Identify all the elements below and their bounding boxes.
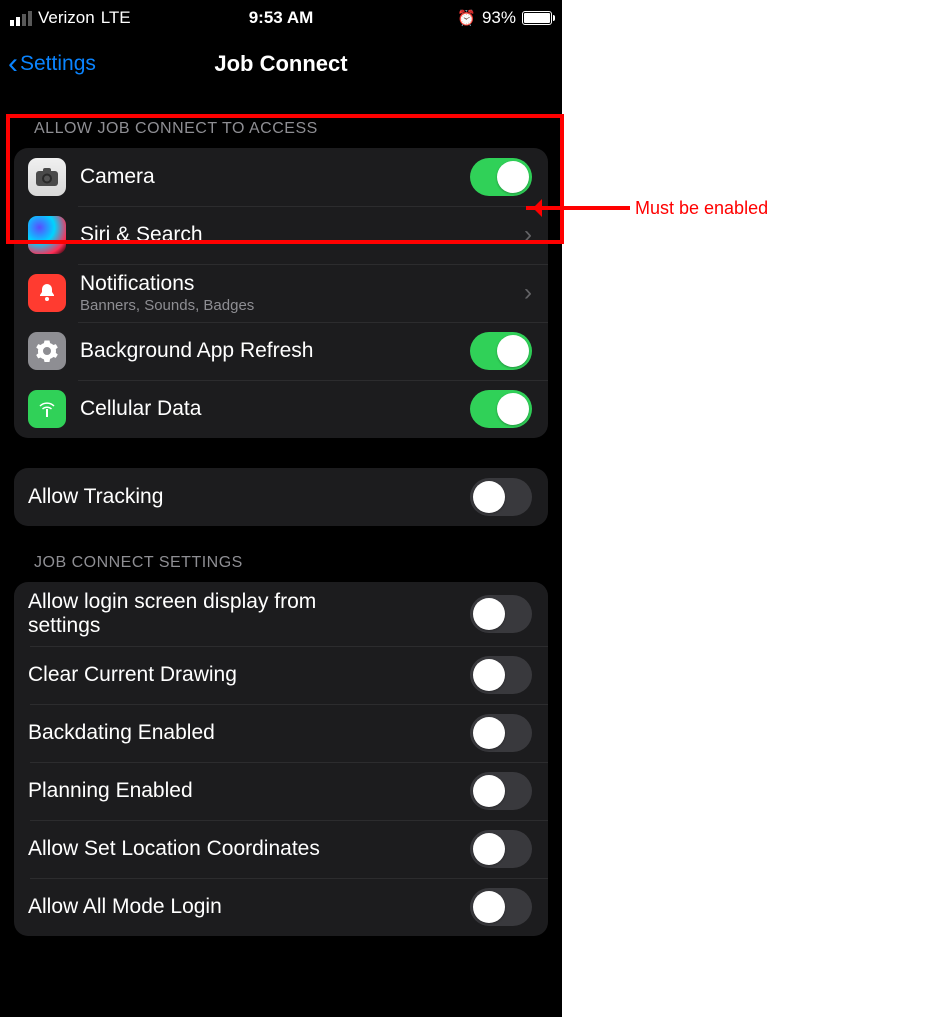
status-left: Verizon LTE bbox=[10, 8, 131, 28]
tracking-group: Allow Tracking bbox=[14, 468, 548, 526]
app-toggle[interactable] bbox=[470, 714, 532, 752]
row-notifications[interactable]: Notifications Banners, Sounds, Badges › bbox=[14, 264, 548, 322]
chevron-right-icon: › bbox=[524, 279, 532, 307]
row-label: Camera bbox=[80, 165, 470, 189]
app-toggle[interactable] bbox=[470, 595, 532, 633]
chevron-left-icon: ‹ bbox=[8, 49, 18, 79]
row-label: Background App Refresh bbox=[80, 339, 470, 363]
alarm-icon: ⏰ bbox=[457, 9, 476, 27]
nav-bar: ‹ Settings Job Connect bbox=[0, 36, 562, 92]
cellular-toggle[interactable] bbox=[470, 390, 532, 428]
app-toggle[interactable] bbox=[470, 830, 532, 868]
app-settings-group: Allow login screen display from settings… bbox=[14, 582, 548, 936]
access-group: Camera Siri & Search › Notifications Ban… bbox=[14, 148, 548, 438]
cellular-icon bbox=[28, 390, 66, 428]
back-button[interactable]: ‹ Settings bbox=[8, 49, 96, 79]
network-label: LTE bbox=[101, 8, 131, 28]
signal-icon bbox=[10, 11, 32, 26]
row-app-setting[interactable]: Allow login screen display from settings bbox=[14, 582, 548, 646]
status-bar: Verizon LTE 9:53 AM ⏰ 93% bbox=[0, 0, 562, 36]
back-label: Settings bbox=[20, 52, 96, 76]
carrier-label: Verizon bbox=[38, 8, 95, 28]
camera-toggle[interactable] bbox=[470, 158, 532, 196]
row-label: Planning Enabled bbox=[28, 779, 470, 803]
row-app-setting[interactable]: Clear Current Drawing bbox=[14, 646, 548, 704]
row-label: Allow All Mode Login bbox=[28, 895, 470, 919]
row-label: Siri & Search bbox=[80, 223, 524, 247]
row-label: Allow Set Location Coordinates bbox=[28, 837, 470, 861]
section-header-access: ALLOW JOB CONNECT TO ACCESS bbox=[0, 92, 562, 148]
annotation-text: Must be enabled bbox=[635, 198, 768, 219]
gear-icon bbox=[28, 332, 66, 370]
phone-frame: Verizon LTE 9:53 AM ⏰ 93% ‹ Settings Job… bbox=[0, 0, 562, 1017]
row-label: Cellular Data bbox=[80, 397, 470, 421]
battery-icon bbox=[522, 11, 552, 25]
row-cellular[interactable]: Cellular Data bbox=[14, 380, 548, 438]
app-toggle[interactable] bbox=[470, 772, 532, 810]
status-right: ⏰ 93% bbox=[457, 8, 552, 28]
siri-icon bbox=[28, 216, 66, 254]
row-camera[interactable]: Camera bbox=[14, 148, 548, 206]
row-label: Allow login screen display from settings bbox=[28, 590, 348, 638]
row-app-setting[interactable]: Planning Enabled bbox=[14, 762, 548, 820]
row-background-refresh[interactable]: Background App Refresh bbox=[14, 322, 548, 380]
row-app-setting[interactable]: Allow Set Location Coordinates bbox=[14, 820, 548, 878]
camera-icon bbox=[28, 158, 66, 196]
section-header-app: JOB CONNECT SETTINGS bbox=[0, 526, 562, 582]
row-app-setting[interactable]: Allow All Mode Login bbox=[14, 878, 548, 936]
battery-percent: 93% bbox=[482, 8, 516, 28]
app-toggle[interactable] bbox=[470, 656, 532, 694]
row-app-setting[interactable]: Backdating Enabled bbox=[14, 704, 548, 762]
background-refresh-toggle[interactable] bbox=[470, 332, 532, 370]
row-label: Clear Current Drawing bbox=[28, 663, 470, 687]
notifications-icon bbox=[28, 274, 66, 312]
row-siri[interactable]: Siri & Search › bbox=[14, 206, 548, 264]
row-tracking[interactable]: Allow Tracking bbox=[14, 468, 548, 526]
row-label: Notifications bbox=[80, 272, 524, 296]
row-sublabel: Banners, Sounds, Badges bbox=[80, 297, 524, 314]
chevron-right-icon: › bbox=[524, 221, 532, 249]
tracking-toggle[interactable] bbox=[470, 478, 532, 516]
app-toggle[interactable] bbox=[470, 888, 532, 926]
row-label: Allow Tracking bbox=[28, 485, 470, 509]
row-label: Backdating Enabled bbox=[28, 721, 470, 745]
